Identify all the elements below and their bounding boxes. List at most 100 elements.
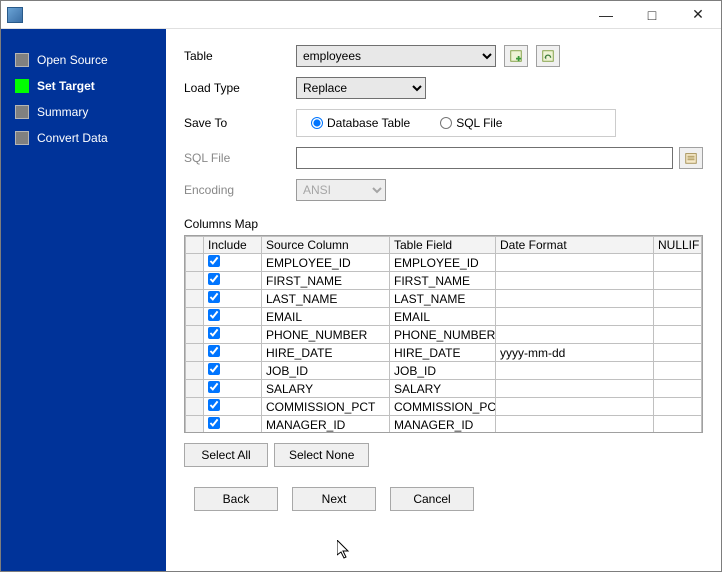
date-cell[interactable] [496,398,654,416]
next-button[interactable]: Next [292,487,376,511]
source-cell[interactable]: FIRST_NAME [262,272,390,290]
include-checkbox[interactable] [208,309,220,321]
include-checkbox[interactable] [208,255,220,267]
row-header[interactable] [186,362,204,380]
wizard-step-2[interactable]: Summary [1,99,166,125]
field-cell[interactable]: FIRST_NAME [390,272,496,290]
table-row[interactable]: FIRST_NAMEFIRST_NAME [186,272,702,290]
columns-map-title: Columns Map [184,217,703,231]
include-checkbox[interactable] [208,291,220,303]
table-row[interactable]: COMMISSION_PCTCOMMISSION_PC [186,398,702,416]
source-cell[interactable]: HIRE_DATE [262,344,390,362]
nullif-cell[interactable] [654,398,702,416]
source-cell[interactable]: JOB_ID [262,362,390,380]
nullif-cell[interactable] [654,344,702,362]
nullif-cell[interactable] [654,290,702,308]
date-cell[interactable] [496,290,654,308]
row-header[interactable] [186,380,204,398]
col-header-include[interactable]: Include [204,237,262,254]
saveto-sql-radio-input[interactable] [440,117,452,129]
row-header[interactable] [186,290,204,308]
field-cell[interactable]: EMPLOYEE_ID [390,254,496,272]
row-header[interactable] [186,416,204,434]
table-row[interactable]: HIRE_DATEHIRE_DATEyyyy-mm-dd [186,344,702,362]
nullif-cell[interactable] [654,272,702,290]
date-cell[interactable]: yyyy-mm-dd [496,344,654,362]
table-row[interactable]: LAST_NAMELAST_NAME [186,290,702,308]
field-cell[interactable]: EMAIL [390,308,496,326]
nullif-cell[interactable] [654,416,702,434]
maximize-button[interactable]: □ [629,1,675,29]
cancel-button[interactable]: Cancel [390,487,474,511]
select-none-button[interactable]: Select None [274,443,369,467]
step-label: Set Target [37,79,95,93]
row-header[interactable] [186,272,204,290]
table-row[interactable]: EMPLOYEE_IDEMPLOYEE_ID [186,254,702,272]
include-checkbox[interactable] [208,345,220,357]
select-all-button[interactable]: Select All [184,443,268,467]
field-cell[interactable]: LAST_NAME [390,290,496,308]
saveto-sql-radio[interactable]: SQL File [440,116,502,130]
columns-map-grid[interactable]: Include Source Column Table Field Date F… [184,235,703,433]
nullif-cell[interactable] [654,362,702,380]
source-cell[interactable]: COMMISSION_PCT [262,398,390,416]
back-button[interactable]: Back [194,487,278,511]
include-checkbox[interactable] [208,327,220,339]
source-cell[interactable]: MANAGER_ID [262,416,390,434]
source-cell[interactable]: SALARY [262,380,390,398]
date-cell[interactable] [496,380,654,398]
include-checkbox[interactable] [208,363,220,375]
field-cell[interactable]: COMMISSION_PC [390,398,496,416]
field-cell[interactable]: SALARY [390,380,496,398]
date-cell[interactable] [496,254,654,272]
wizard-step-1[interactable]: Set Target [1,73,166,99]
row-header[interactable] [186,254,204,272]
close-button[interactable]: ✕ [675,1,721,29]
minimize-button[interactable]: — [583,1,629,29]
row-header[interactable] [186,308,204,326]
source-cell[interactable]: PHONE_NUMBER [262,326,390,344]
browse-file-button[interactable] [679,147,703,169]
date-cell[interactable] [496,362,654,380]
saveto-db-radio-input[interactable] [311,117,323,129]
loadtype-select[interactable]: Replace [296,77,426,99]
table-row[interactable]: PHONE_NUMBERPHONE_NUMBER [186,326,702,344]
wizard-step-0[interactable]: Open Source [1,47,166,73]
include-checkbox[interactable] [208,399,220,411]
date-cell[interactable] [496,326,654,344]
source-cell[interactable]: EMPLOYEE_ID [262,254,390,272]
row-header[interactable] [186,326,204,344]
date-cell[interactable] [496,416,654,434]
encoding-select: ANSI [296,179,386,201]
table-row[interactable]: MANAGER_IDMANAGER_ID [186,416,702,434]
date-cell[interactable] [496,308,654,326]
source-cell[interactable]: EMAIL [262,308,390,326]
col-header-date[interactable]: Date Format [496,237,654,254]
nullif-cell[interactable] [654,326,702,344]
date-cell[interactable] [496,272,654,290]
include-checkbox[interactable] [208,417,220,429]
field-cell[interactable]: HIRE_DATE [390,344,496,362]
table-row[interactable]: EMAILEMAIL [186,308,702,326]
nullif-cell[interactable] [654,254,702,272]
field-cell[interactable]: JOB_ID [390,362,496,380]
field-cell[interactable]: MANAGER_ID [390,416,496,434]
saveto-db-radio[interactable]: Database Table [311,116,410,130]
col-header-source[interactable]: Source Column [262,237,390,254]
refresh-table-button[interactable] [536,45,560,67]
table-row[interactable]: SALARYSALARY [186,380,702,398]
add-table-button[interactable] [504,45,528,67]
table-row[interactable]: JOB_IDJOB_ID [186,362,702,380]
table-select[interactable]: employees [296,45,496,67]
wizard-step-3[interactable]: Convert Data [1,125,166,151]
col-header-nullif[interactable]: NULLIF [654,237,702,254]
field-cell[interactable]: PHONE_NUMBER [390,326,496,344]
col-header-field[interactable]: Table Field [390,237,496,254]
row-header[interactable] [186,398,204,416]
nullif-cell[interactable] [654,380,702,398]
nullif-cell[interactable] [654,308,702,326]
source-cell[interactable]: LAST_NAME [262,290,390,308]
include-checkbox[interactable] [208,273,220,285]
row-header[interactable] [186,344,204,362]
include-checkbox[interactable] [208,381,220,393]
